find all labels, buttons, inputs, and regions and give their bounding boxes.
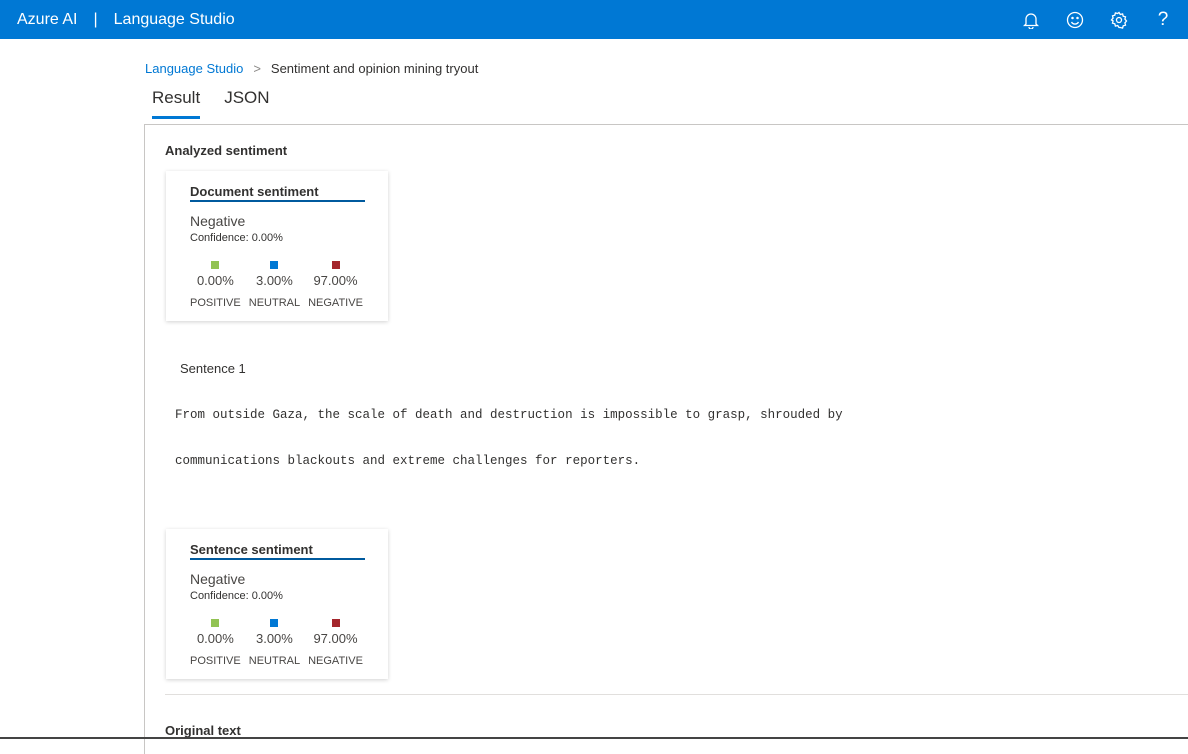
score-neutral: 3.00% NEUTRAL: [249, 261, 300, 309]
score-name: NEGATIVE: [308, 655, 363, 667]
score-name: POSITIVE: [190, 655, 241, 667]
sentence-heading: Sentence 1: [180, 361, 246, 376]
score-negative: 97.00% NEGATIVE: [308, 619, 363, 667]
help-icon[interactable]: ?: [1152, 9, 1174, 31]
sentence-sentiment-card: Sentence sentiment Negative Confidence: …: [166, 529, 388, 679]
score-value: 97.00%: [313, 631, 358, 646]
score-value: 3.00%: [255, 273, 293, 288]
analyzed-sentiment-heading: Analyzed sentiment: [165, 143, 288, 158]
score-negative: 97.00% NEGATIVE: [308, 261, 363, 309]
score-positive: 0.00% POSITIVE: [190, 261, 241, 309]
breadcrumb-current: Sentiment and opinion mining tryout: [270, 61, 479, 76]
score-value: 97.00%: [313, 273, 358, 288]
score-value: 0.00%: [196, 631, 234, 646]
neutral-swatch: [270, 619, 279, 627]
original-text-heading: Original text: [165, 723, 241, 738]
chevron-right-icon: >: [253, 61, 261, 76]
confidence: Confidence: 0.00%: [190, 590, 283, 602]
bell-icon[interactable]: [1020, 11, 1042, 29]
confidence: Confidence: 0.00%: [190, 232, 283, 244]
score-name: NEGATIVE: [308, 297, 363, 309]
negative-swatch: [331, 619, 340, 627]
tab-list: Result JSON: [152, 88, 270, 119]
result-panel: Analyzed sentiment Document sentiment Ne…: [144, 124, 1188, 754]
score-name: POSITIVE: [190, 297, 241, 309]
brand[interactable]: Azure AI: [17, 11, 77, 29]
sentiment-label: Negative: [190, 571, 246, 587]
positive-swatch: [211, 619, 220, 627]
score-name: NEUTRAL: [248, 297, 301, 309]
tab-json[interactable]: JSON: [224, 88, 269, 119]
breadcrumb-root-link[interactable]: Language Studio: [145, 61, 243, 76]
sentiment-label: Negative: [190, 213, 246, 229]
card-title: Sentence sentiment: [190, 542, 365, 560]
top-bar: Azure AI | Language Studio ?: [0, 0, 1188, 39]
positive-swatch: [211, 261, 220, 269]
neutral-swatch: [270, 261, 279, 269]
score-positive: 0.00% POSITIVE: [190, 619, 241, 667]
negative-swatch: [331, 261, 340, 269]
divider: [165, 694, 1188, 695]
sentence-text-line: communications blackouts and extreme cha…: [175, 454, 641, 468]
product-name[interactable]: Language Studio: [114, 11, 235, 29]
card-title: Document sentiment: [190, 184, 365, 202]
separator: |: [93, 10, 98, 28]
breadcrumb: Language Studio > Sentiment and opinion …: [145, 61, 478, 76]
smiley-icon[interactable]: [1064, 11, 1086, 29]
score-value: 0.00%: [196, 273, 234, 288]
tab-result[interactable]: Result: [152, 88, 201, 119]
sentence-text-line: From outside Gaza, the scale of death an…: [175, 408, 843, 422]
score-neutral: 3.00% NEUTRAL: [249, 619, 300, 667]
score-value: 3.00%: [255, 631, 293, 646]
gear-icon[interactable]: [1108, 11, 1130, 29]
document-sentiment-card: Document sentiment Negative Confidence: …: [166, 171, 388, 321]
score-name: NEUTRAL: [248, 655, 301, 667]
